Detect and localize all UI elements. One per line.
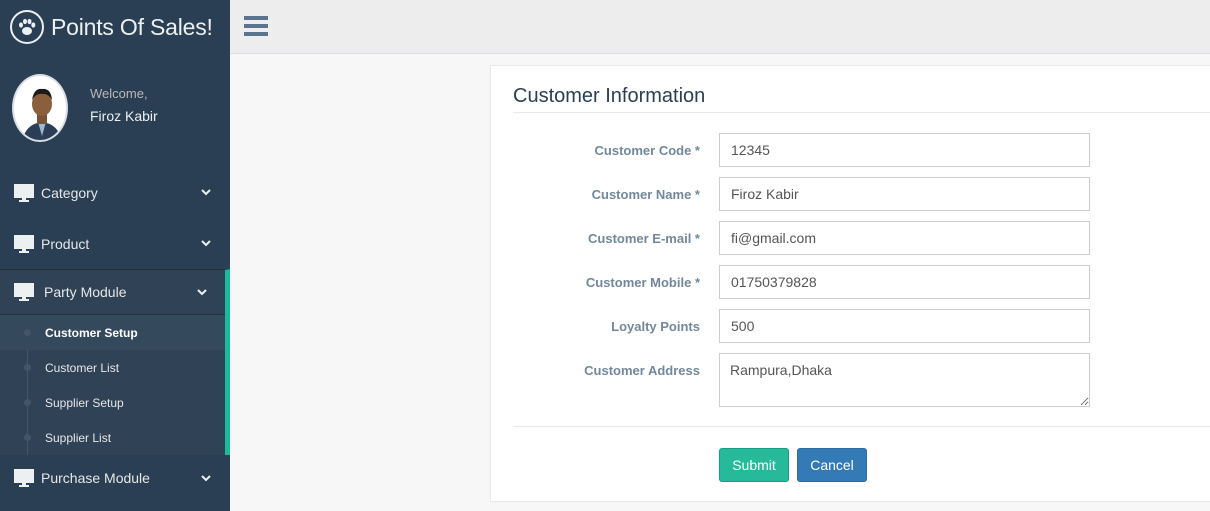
- menu-label-product: Product: [41, 235, 90, 252]
- top-nav: [230, 0, 1210, 54]
- menu-item-party-module[interactable]: Party Module: [0, 270, 225, 314]
- welcome-text: Welcome,: [90, 86, 148, 101]
- customer-mobile-label: Customer Mobile *: [585, 275, 700, 290]
- bullet-dot-icon: [24, 364, 31, 371]
- menu-label-purchase-module: Purchase Module: [41, 470, 150, 486]
- menu-item-product[interactable]: Product: [0, 218, 230, 269]
- party-module-group: Party Module Customer Setup Customer Lis…: [0, 269, 230, 455]
- bullet-dot-icon: [24, 434, 31, 441]
- bullet-dot-icon: [24, 329, 31, 336]
- customer-code-label: Customer Code *: [594, 143, 700, 158]
- customer-address-label: Customer Address: [584, 363, 700, 378]
- submenu-label: Supplier Setup: [45, 395, 124, 410]
- cancel-button[interactable]: Cancel: [797, 448, 867, 482]
- customer-info-panel: Customer Information Customer Code * Cus…: [490, 65, 1210, 502]
- customer-mobile-input[interactable]: [719, 265, 1090, 299]
- submit-button[interactable]: Submit: [719, 448, 789, 482]
- monitor-icon: [14, 234, 34, 253]
- menu-label-category: Category: [41, 184, 98, 201]
- menu-toggle-icon[interactable]: [244, 15, 268, 37]
- monitor-icon: [14, 283, 34, 301]
- menu-label-party-module: Party Module: [44, 284, 127, 300]
- paw-icon: [10, 10, 44, 44]
- avatar: [12, 74, 68, 142]
- divider: [513, 426, 1210, 427]
- customer-email-label: Customer E-mail *: [588, 231, 700, 246]
- sidebar: Points Of Sales! Welcome, Firoz Kabir Ca…: [0, 0, 230, 511]
- side-menu: Category Product Party Module Customer S…: [0, 167, 230, 501]
- chevron-down-icon: [201, 475, 211, 482]
- chevron-down-icon: [201, 240, 211, 247]
- submenu-item-customer-setup[interactable]: Customer Setup: [0, 315, 225, 350]
- customer-email-input[interactable]: [719, 221, 1090, 255]
- bullet-dot-icon: [24, 399, 31, 406]
- username: Firoz Kabir: [90, 108, 158, 124]
- customer-code-input[interactable]: [719, 133, 1090, 167]
- menu-item-category[interactable]: Category: [0, 167, 230, 218]
- submenu-item-customer-list[interactable]: Customer List: [0, 350, 225, 385]
- submenu-label: Customer Setup: [45, 325, 138, 340]
- brand-title: Points Of Sales!: [51, 13, 213, 40]
- menu-item-purchase-module[interactable]: Purchase Module: [0, 455, 230, 501]
- submenu-item-supplier-setup[interactable]: Supplier Setup: [0, 385, 225, 420]
- loyalty-points-label: Loyalty Points: [611, 319, 700, 334]
- customer-address-textarea[interactable]: Rampura,Dhaka: [719, 353, 1090, 407]
- monitor-icon: [14, 183, 34, 202]
- submenu-label: Customer List: [45, 360, 120, 375]
- profile: Welcome, Firoz Kabir: [0, 54, 230, 144]
- submenu-item-supplier-list[interactable]: Supplier List: [0, 420, 225, 455]
- divider: [513, 112, 1210, 113]
- customer-name-label: Customer Name *: [591, 187, 700, 202]
- submenu-label: Supplier List: [45, 430, 112, 445]
- customer-name-input[interactable]: [719, 177, 1090, 211]
- monitor-icon: [14, 469, 34, 487]
- chevron-down-icon: [197, 289, 207, 296]
- chevron-down-icon: [201, 189, 211, 196]
- brand[interactable]: Points Of Sales!: [0, 0, 230, 54]
- panel-title: Customer Information: [513, 85, 706, 107]
- party-submenu: Customer Setup Customer List Supplier Se…: [0, 314, 225, 455]
- loyalty-points-input[interactable]: [719, 309, 1090, 343]
